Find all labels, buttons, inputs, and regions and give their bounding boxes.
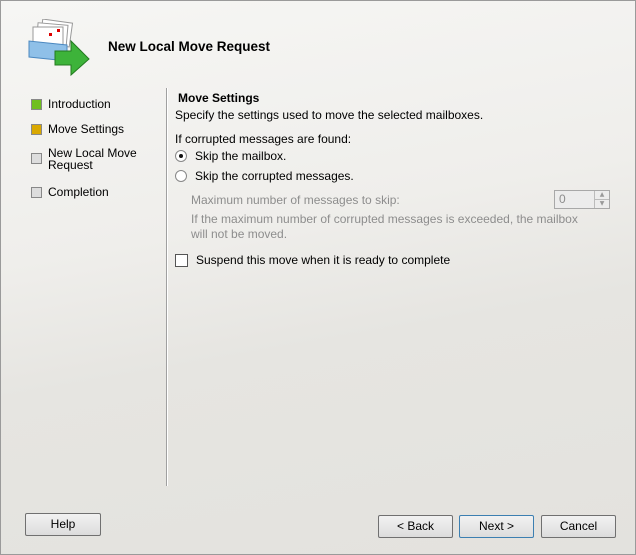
radio-label: Skip the corrupted messages. [195,169,354,183]
spin-up-icon[interactable]: ▲ [595,191,609,200]
radio-selected-icon[interactable] [175,150,187,162]
back-button[interactable]: < Back [378,515,453,538]
nav-label: Completion [48,185,109,199]
checkbox-unchecked-icon[interactable] [175,253,188,267]
radio-label: Skip the mailbox. [195,149,287,163]
max-messages-stepper[interactable]: 0 ▲ ▼ [554,190,610,209]
page-title: New Local Move Request [108,39,271,54]
section-description: Specify the settings used to move the se… [175,108,484,122]
status-current-icon [31,124,42,135]
nav-label: New Local Move Request [48,146,137,172]
next-button[interactable]: Next > [459,515,534,538]
cancel-button[interactable]: Cancel [541,515,616,538]
max-label: Maximum number of messages to skip: [191,193,400,207]
divider [166,88,168,486]
radio-skip-mailbox[interactable]: Skip the mailbox. [175,149,286,163]
spin-down-icon[interactable]: ▼ [595,200,609,208]
suspend-checkbox[interactable]: Suspend this move when it is ready to co… [175,253,450,267]
help-button[interactable]: Help [25,513,101,536]
nav-label: Introduction [48,97,111,111]
stepper-value: 0 [559,192,566,206]
status-pending-icon [31,153,42,164]
status-pending-icon [31,187,42,198]
nav-item-introduction: Introduction [31,97,111,111]
corrupt-label: If corrupted messages are found: [175,132,352,146]
radio-skip-corrupted[interactable]: Skip the corrupted messages. [175,169,354,183]
status-done-icon [31,99,42,110]
nav-label: Move Settings [48,122,125,136]
mailbox-move-icon [27,18,93,77]
nav-item-move-settings: Move Settings [31,122,124,136]
section-heading: Move Settings [178,91,260,105]
nav-item-new-local-move-request: New Local Move Request [31,147,148,171]
radio-unselected-icon[interactable] [175,170,187,182]
max-note: If the maximum number of corrupted messa… [191,212,578,241]
nav-item-completion: Completion [31,185,109,199]
checkbox-label: Suspend this move when it is ready to co… [196,253,451,267]
